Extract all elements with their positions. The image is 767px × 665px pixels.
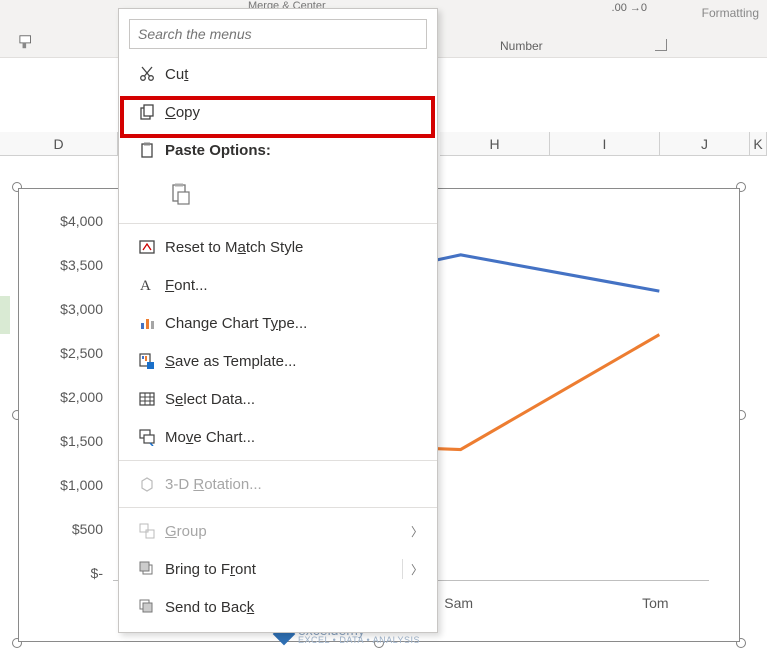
bring-front-icon: [129, 560, 165, 578]
y-tick-label: $4,000: [43, 213, 103, 229]
scissors-icon: [129, 65, 165, 83]
menu-item-move-chart[interactable]: Move Chart...: [119, 418, 437, 456]
menu-item-select-data[interactable]: Select Data...: [119, 380, 437, 418]
menu-label: Copy: [165, 104, 423, 121]
copy-icon: [129, 103, 165, 121]
menu-label: Cut: [165, 66, 423, 83]
menu-item-change-chart-type[interactable]: Change Chart Type...: [119, 304, 437, 342]
menu-label: Reset to Match Style: [165, 239, 423, 256]
x-tick-label: Sam: [444, 595, 473, 611]
y-tick-label: $1,000: [43, 477, 103, 493]
menu-label: Bring to Front: [165, 561, 394, 578]
menu-item-send-to-back[interactable]: Send to Back: [119, 588, 437, 626]
menu-item-paste-options: Paste Options:: [119, 131, 437, 169]
chart-context-menu: Cut Copy Paste Options: Reset to Match S…: [118, 8, 438, 633]
paste-option-button[interactable]: [165, 177, 197, 211]
column-header-h[interactable]: H: [440, 132, 550, 156]
menu-item-save-as-template[interactable]: Save as Template...: [119, 342, 437, 380]
menu-item-reset-match-style[interactable]: Reset to Match Style: [119, 228, 437, 266]
menu-label: Group: [165, 523, 411, 540]
menu-item-bring-to-front[interactable]: Bring to Front 〉: [119, 550, 437, 588]
number-dialog-launcher-icon[interactable]: [655, 39, 667, 51]
split-divider: [402, 559, 403, 579]
font-icon: A: [129, 276, 165, 294]
menu-label: Font...: [165, 277, 423, 294]
row-header[interactable]: [0, 334, 10, 372]
menu-separator: [119, 507, 437, 508]
y-tick-label: $1,500: [43, 433, 103, 449]
chart-type-icon: [129, 314, 165, 332]
y-axis: $4,000 $3,500 $3,000 $2,500 $2,000 $1,50…: [43, 229, 103, 581]
clipboard-icon: [129, 141, 165, 159]
cube-icon: [129, 475, 165, 493]
menu-item-font[interactable]: A Font...: [119, 266, 437, 304]
menu-separator: [119, 223, 437, 224]
column-header-j[interactable]: J: [660, 132, 750, 156]
row-header[interactable]: [0, 372, 10, 410]
menu-label: Select Data...: [165, 391, 423, 408]
watermark-subtext: EXCEL • DATA • ANALYSIS: [298, 635, 420, 645]
conditional-formatting-fragment[interactable]: Formatting: [702, 6, 759, 20]
column-header-i[interactable]: I: [550, 132, 660, 156]
menu-label: Paste Options:: [165, 142, 423, 159]
menu-label: 3-D Rotation...: [165, 476, 423, 493]
format-painter-icon[interactable]: [18, 34, 36, 50]
menu-separator: [119, 460, 437, 461]
select-data-icon: [129, 390, 165, 408]
y-tick-label: $500: [43, 521, 103, 537]
submenu-arrow-icon: 〉: [411, 523, 423, 540]
y-tick-label: $3,500: [43, 257, 103, 273]
send-back-icon: [129, 598, 165, 616]
y-tick-label: $3,000: [43, 301, 103, 317]
save-template-icon: [129, 352, 165, 370]
menu-search-box[interactable]: [129, 19, 427, 49]
reset-style-icon: [129, 238, 165, 256]
decimal-buttons-fragment[interactable]: .00 →0: [612, 2, 647, 14]
menu-search-input[interactable]: [138, 26, 418, 42]
menu-item-copy[interactable]: Copy: [119, 93, 437, 131]
menu-item-3d-rotation: 3-D Rotation...: [119, 465, 437, 503]
row-header[interactable]: [0, 258, 10, 296]
move-chart-icon: [129, 428, 165, 446]
row-header[interactable]: [0, 296, 10, 334]
ribbon-group-label-number: Number: [500, 39, 543, 53]
column-header-d[interactable]: D: [0, 132, 118, 156]
menu-item-cut[interactable]: Cut: [119, 55, 437, 93]
submenu-arrow-icon[interactable]: 〉: [411, 561, 423, 578]
menu-label: Move Chart...: [165, 429, 423, 446]
row-headers-partial: [0, 258, 10, 410]
y-tick-label: $2,000: [43, 389, 103, 405]
column-header-k[interactable]: K: [750, 132, 767, 156]
menu-item-group: Group 〉: [119, 512, 437, 550]
paste-options-gallery: [119, 169, 437, 219]
group-icon: [129, 522, 165, 540]
menu-label: Save as Template...: [165, 353, 423, 370]
menu-label: Send to Back: [165, 599, 423, 616]
y-tick-label: $2,500: [43, 345, 103, 361]
x-tick-label: Tom: [642, 595, 668, 611]
y-tick-label: $-: [43, 565, 103, 581]
menu-label: Change Chart Type...: [165, 315, 423, 332]
svg-text:A: A: [140, 278, 151, 294]
